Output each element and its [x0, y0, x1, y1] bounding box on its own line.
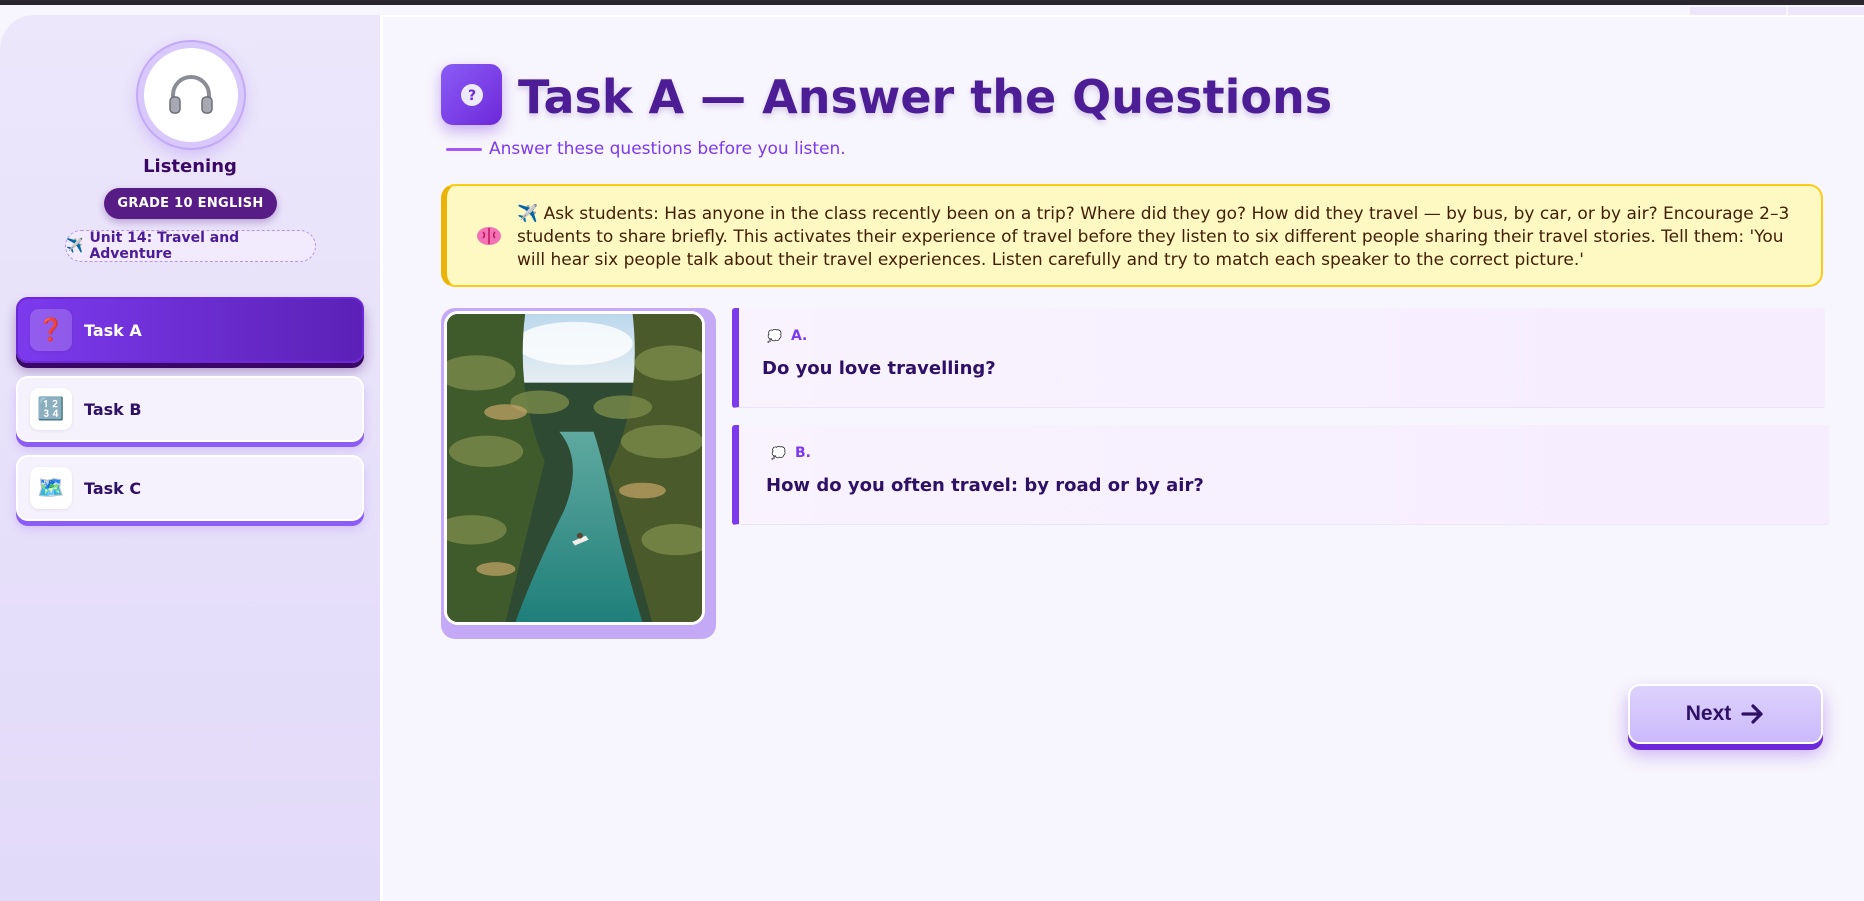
river-photo	[444, 311, 705, 625]
title-icon: ?	[441, 64, 502, 125]
question-bubble-icon: ?	[460, 83, 483, 106]
top-bar	[0, 0, 1864, 5]
next-button-label: Next	[1685, 702, 1732, 725]
airplane-icon: ✈️	[66, 238, 84, 254]
nav-item-task-a[interactable]: ❓ Task A	[16, 297, 364, 363]
nav-item-label: Task B	[84, 399, 142, 419]
numbers-icon: 🔢	[30, 388, 72, 430]
question-text: How do you often travel: by road or by a…	[766, 475, 1204, 496]
question-tag-label: A.	[790, 328, 808, 344]
question-tag: 💭 B.	[771, 445, 811, 461]
teacher-note: ✈️ Ask students: Has anyone in the class…	[441, 184, 1823, 287]
question-card-b: 💭 B. How do you often travel: by road or…	[732, 425, 1829, 525]
nav-item-task-c[interactable]: 🗺️ Task C	[16, 455, 364, 521]
question-tag: 💭 A.	[767, 328, 807, 344]
svg-text:?: ?	[467, 88, 475, 104]
tropical-river-image	[447, 314, 702, 622]
subtitle-rule	[446, 147, 482, 151]
avatar	[138, 42, 244, 148]
subtitle-text: Answer these questions before you listen…	[489, 139, 846, 159]
sidebar: Listening GRADE 10 ENGLISH ✈️ Unit 14: T…	[0, 15, 383, 901]
teacher-note-text: ✈️ Ask students: Has anyone in the class…	[517, 204, 1790, 270]
subtitle: Answer these questions before you listen…	[446, 139, 846, 159]
question-tag-label: B.	[794, 445, 811, 461]
question-card-a: 💭 A. Do you love travelling?	[732, 308, 1825, 408]
grade-badge: GRADE 10 ENGLISH	[104, 188, 277, 219]
task-nav: ❓ Task A 🔢 Task B 🗺️ Task C	[16, 297, 364, 534]
brain-icon	[477, 227, 501, 245]
unit-pill: ✈️ Unit 14: Travel and Adventure	[65, 230, 316, 262]
speech-bubble-icon: 💭	[771, 446, 786, 460]
unit-label: Unit 14: Travel and Adventure	[89, 230, 240, 262]
question-text: Do you love travelling?	[762, 358, 996, 379]
nav-item-label: Task A	[84, 320, 142, 340]
next-button[interactable]: Next	[1628, 684, 1823, 744]
question-mark-icon: ❓	[30, 309, 72, 351]
headphones-icon	[169, 75, 213, 114]
nav-item-task-b[interactable]: 🔢 Task B	[16, 376, 364, 442]
map-icon: 🗺️	[30, 467, 72, 509]
brand-label: Listening	[143, 156, 237, 177]
speech-bubble-icon: 💭	[767, 329, 782, 343]
arrow-right-icon	[1741, 704, 1763, 724]
page-title: Task A — Answer the Questions	[518, 70, 1333, 124]
nav-item-label: Task C	[84, 478, 142, 498]
